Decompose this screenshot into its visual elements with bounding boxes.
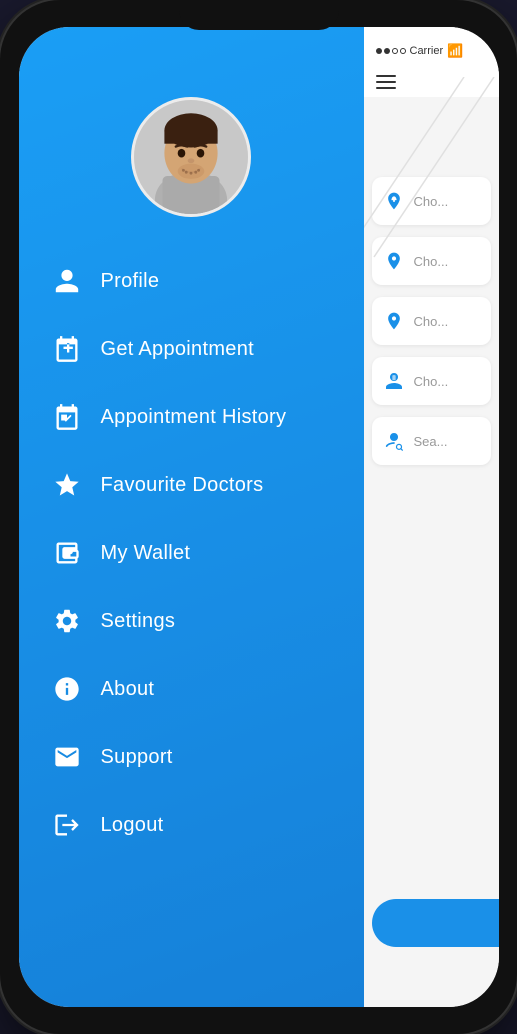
wallet-icon xyxy=(49,535,85,571)
info-icon xyxy=(49,671,85,707)
signal-dot-3 xyxy=(392,48,398,54)
person-medical-icon xyxy=(382,369,406,393)
dropdown-row-4-text: Cho... xyxy=(414,374,449,389)
carrier-label: Carrier xyxy=(410,45,444,57)
decorative-lines xyxy=(364,77,499,277)
status-bar: Carrier 📶 xyxy=(364,27,499,67)
sidebar-item-get-appointment[interactable]: Get Appointment xyxy=(39,315,344,383)
phone-screen: Profile Get Appointment xyxy=(19,27,499,1007)
phone-frame: Profile Get Appointment xyxy=(0,0,517,1034)
sidebar-item-get-appointment-label: Get Appointment xyxy=(101,338,254,361)
avatar xyxy=(131,97,251,217)
sidebar-item-favourite-doctors[interactable]: Favourite Doctors xyxy=(39,451,344,519)
sidebar-item-profile[interactable]: Profile xyxy=(39,247,344,315)
location-pin-icon-3 xyxy=(382,309,406,333)
sidebar-item-logout-label: Logout xyxy=(101,814,164,837)
menu-panel: Profile Get Appointment xyxy=(19,27,364,1007)
person-icon xyxy=(49,263,85,299)
signal-icon xyxy=(376,48,406,54)
logout-icon xyxy=(49,807,85,843)
calendar-check-icon xyxy=(49,399,85,435)
screen-content: Profile Get Appointment xyxy=(19,27,499,1007)
avatar-container xyxy=(19,97,364,217)
right-panel: Carrier 📶 xyxy=(364,27,499,1007)
wifi-icon: 📶 xyxy=(447,43,463,59)
carrier-info: Carrier 📶 xyxy=(376,43,464,59)
dropdown-row-3-text: Cho... xyxy=(414,314,449,329)
sidebar-item-my-wallet[interactable]: My Wallet xyxy=(39,519,344,587)
sidebar-item-appointment-history[interactable]: Appointment History xyxy=(39,383,344,451)
envelope-icon xyxy=(49,739,85,775)
gear-icon xyxy=(49,603,85,639)
dropdown-row-5[interactable]: Sea... xyxy=(372,417,491,465)
phone-notch xyxy=(179,0,339,30)
sidebar-item-favourite-doctors-label: Favourite Doctors xyxy=(101,474,264,497)
sidebar-item-settings[interactable]: Settings xyxy=(39,587,344,655)
star-icon xyxy=(49,467,85,503)
avatar-image xyxy=(134,100,248,214)
sidebar-item-support-label: Support xyxy=(101,746,173,769)
menu-list: Profile Get Appointment xyxy=(19,247,364,859)
sidebar-item-about-label: About xyxy=(101,678,155,701)
signal-dot-1 xyxy=(376,48,382,54)
sidebar-item-profile-label: Profile xyxy=(101,270,160,293)
sidebar-item-appointment-history-label: Appointment History xyxy=(101,406,287,429)
signal-dot-4 xyxy=(400,48,406,54)
sidebar-item-settings-label: Settings xyxy=(101,610,176,633)
calendar-plus-icon xyxy=(49,331,85,367)
sidebar-item-my-wallet-label: My Wallet xyxy=(101,542,191,565)
sidebar-item-about[interactable]: About xyxy=(39,655,344,723)
action-button[interactable] xyxy=(372,899,499,947)
dropdown-row-5-text: Sea... xyxy=(414,434,448,449)
sidebar-item-logout[interactable]: Logout xyxy=(39,791,344,859)
signal-dot-2 xyxy=(384,48,390,54)
sidebar-item-support[interactable]: Support xyxy=(39,723,344,791)
search-person-icon xyxy=(382,429,406,453)
dropdown-row-4[interactable]: Cho... xyxy=(372,357,491,405)
dropdown-row-3[interactable]: Cho... xyxy=(372,297,491,345)
